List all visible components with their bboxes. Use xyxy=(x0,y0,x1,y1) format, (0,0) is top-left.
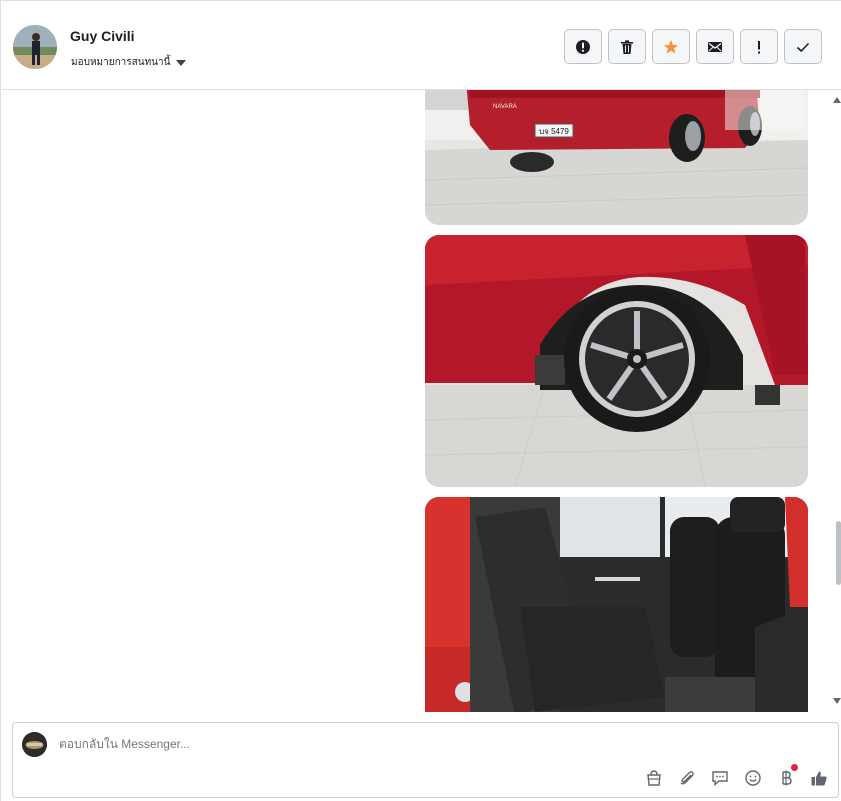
shop-icon xyxy=(646,769,661,786)
photo-truck-wheel[interactable] xyxy=(425,235,808,487)
contact-name[interactable]: Guy Civili xyxy=(70,28,135,44)
shop-button[interactable] xyxy=(644,768,663,787)
like-button[interactable] xyxy=(809,768,828,787)
message-thread[interactable]: บจ 5479 NAVARA xyxy=(2,90,838,712)
notification-dot xyxy=(791,764,798,771)
messenger-thread-window: Guy Civili มอบหมายการสนทนานี้ บจ 5479 NA… xyxy=(0,0,841,801)
payment-baht-icon xyxy=(781,770,792,785)
conversation-header: Guy Civili มอบหมายการสนทนานี้ xyxy=(2,2,841,90)
saved-replies-button[interactable] xyxy=(710,768,729,787)
assign-label: มอบหมายการสนทนานี้ xyxy=(71,57,171,68)
trash-icon xyxy=(621,39,633,54)
delete-button[interactable] xyxy=(608,29,646,64)
composer-tools xyxy=(644,764,828,787)
header-actions xyxy=(564,29,822,64)
thread-scrollbar[interactable] xyxy=(833,90,841,712)
scroll-up-arrow-icon[interactable] xyxy=(833,97,841,103)
scroll-down-arrow-icon[interactable] xyxy=(833,698,841,704)
vehicle-badge-text: NAVARA xyxy=(493,104,517,110)
star-icon xyxy=(663,39,679,54)
check-icon xyxy=(796,42,810,52)
scrollbar-thumb[interactable] xyxy=(836,521,841,585)
license-plate-text: บจ 5479 xyxy=(539,127,569,136)
page-avatar xyxy=(22,732,47,757)
photo-truck-rear[interactable]: บจ 5479 NAVARA xyxy=(425,90,808,225)
reply-input[interactable] xyxy=(59,737,659,751)
like-icon xyxy=(811,770,827,785)
attachment-icon xyxy=(680,770,694,784)
payment-button[interactable] xyxy=(776,764,798,787)
emoji-button[interactable] xyxy=(743,768,762,787)
assign-conversation-dropdown[interactable]: มอบหมายการสนทนานี้ xyxy=(71,55,187,70)
caret-down-icon xyxy=(176,59,187,66)
mark-unread-button[interactable] xyxy=(696,29,734,64)
mark-spam-button[interactable] xyxy=(564,29,602,64)
contact-avatar[interactable] xyxy=(13,25,57,69)
follow-up-button[interactable] xyxy=(740,29,778,64)
star-button[interactable] xyxy=(652,29,690,64)
exclamation-icon xyxy=(758,40,760,53)
attach-button[interactable] xyxy=(677,768,696,787)
photo-truck-interior[interactable] xyxy=(425,497,808,712)
reply-composer xyxy=(12,722,839,798)
done-button[interactable] xyxy=(784,29,822,64)
emoji-icon xyxy=(744,769,761,786)
exclamation-circle-icon xyxy=(576,39,590,54)
envelope-icon xyxy=(708,41,722,52)
saved-replies-icon xyxy=(711,770,728,786)
